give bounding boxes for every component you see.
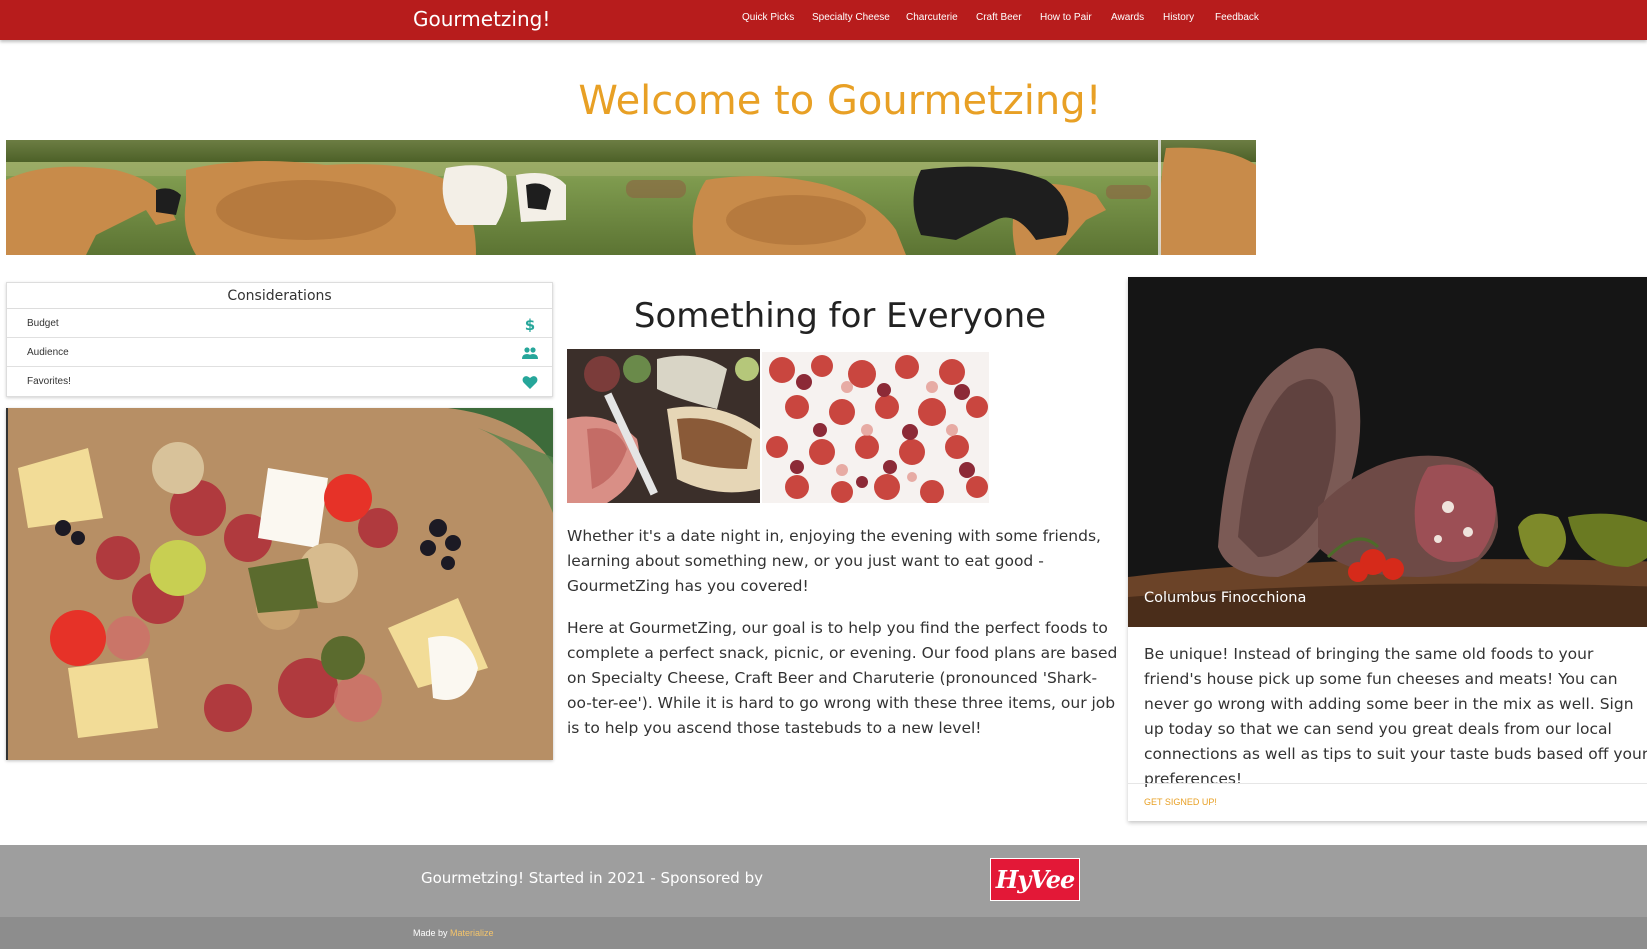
considerations-item-label: Audience [27, 347, 69, 358]
footer-text: Gourmetzing! Started in 2021 - Sponsored… [421, 869, 763, 887]
card-action-bar: Get Signed Up! [1128, 783, 1647, 821]
dollar-icon: $ [522, 316, 538, 334]
considerations-item-favorites[interactable]: Favorites! [7, 367, 552, 396]
nav-link-awards[interactable]: Awards [1111, 12, 1144, 23]
nav-link-how-to-pair[interactable]: How to Pair [1040, 12, 1092, 23]
welcome-title: Welcome to Gourmetzing! [578, 78, 1102, 124]
nav-link-history[interactable]: History [1163, 12, 1194, 23]
intro-paragraph: Whether it's a date night in, enjoying t… [567, 527, 1101, 595]
salami-card-image: Columbus Finocchiona [1128, 277, 1647, 627]
considerations-item-audience[interactable]: Audience [7, 338, 552, 367]
considerations-collection: Considerations Budget $ Audience Favorit… [6, 282, 553, 397]
considerations-item-budget[interactable]: Budget $ [7, 309, 552, 338]
featured-card: Columbus Finocchiona Be unique! Instead … [1128, 277, 1647, 821]
page-footer: Gourmetzing! Started in 2021 - Sponsored… [0, 845, 1647, 917]
footer-copyright: Made by Materialize [0, 917, 1647, 949]
top-navbar: Gourmetzing! Quick Picks Specialty Chees… [0, 0, 1647, 40]
charcuterie-closeup-image [567, 349, 760, 503]
materialize-link[interactable]: Materialize [450, 928, 494, 938]
charcuterie-board-image [6, 408, 553, 760]
hyvee-logo: HyVee [990, 858, 1080, 901]
heart-icon [522, 374, 538, 390]
salami-slices-image [762, 352, 989, 503]
page: Gourmetzing! Quick Picks Specialty Chees… [0, 0, 1647, 949]
card-image-caption: Columbus Finocchiona [1144, 590, 1307, 606]
nav-link-charcuterie[interactable]: Charcuterie [906, 12, 958, 23]
nav-link-specialty-cheese[interactable]: Specialty Cheese [812, 12, 890, 23]
made-by-label: Made by [413, 928, 448, 938]
nav-link-craft-beer[interactable]: Craft Beer [976, 12, 1022, 23]
people-icon [522, 345, 538, 361]
brand-logo[interactable]: Gourmetzing! [413, 7, 550, 31]
made-by-text: Made by Materialize [413, 928, 494, 938]
get-signed-up-link[interactable]: Get Signed Up! [1144, 797, 1217, 807]
nav-link-quick-picks[interactable]: Quick Picks [742, 12, 794, 23]
nav-link-feedback[interactable]: Feedback [1215, 12, 1259, 23]
considerations-title: Considerations [7, 283, 552, 309]
about-paragraph: Here at GourmetZing, our goal is to help… [567, 619, 1118, 737]
svg-text:$: $ [525, 316, 535, 332]
section-title: Something for Everyone [633, 296, 1047, 336]
card-body-text: Be unique! Instead of bringing the same … [1144, 645, 1647, 788]
considerations-item-label: Favorites! [27, 376, 71, 387]
considerations-item-label: Budget [27, 318, 59, 329]
cows-banner-image [6, 140, 1256, 255]
